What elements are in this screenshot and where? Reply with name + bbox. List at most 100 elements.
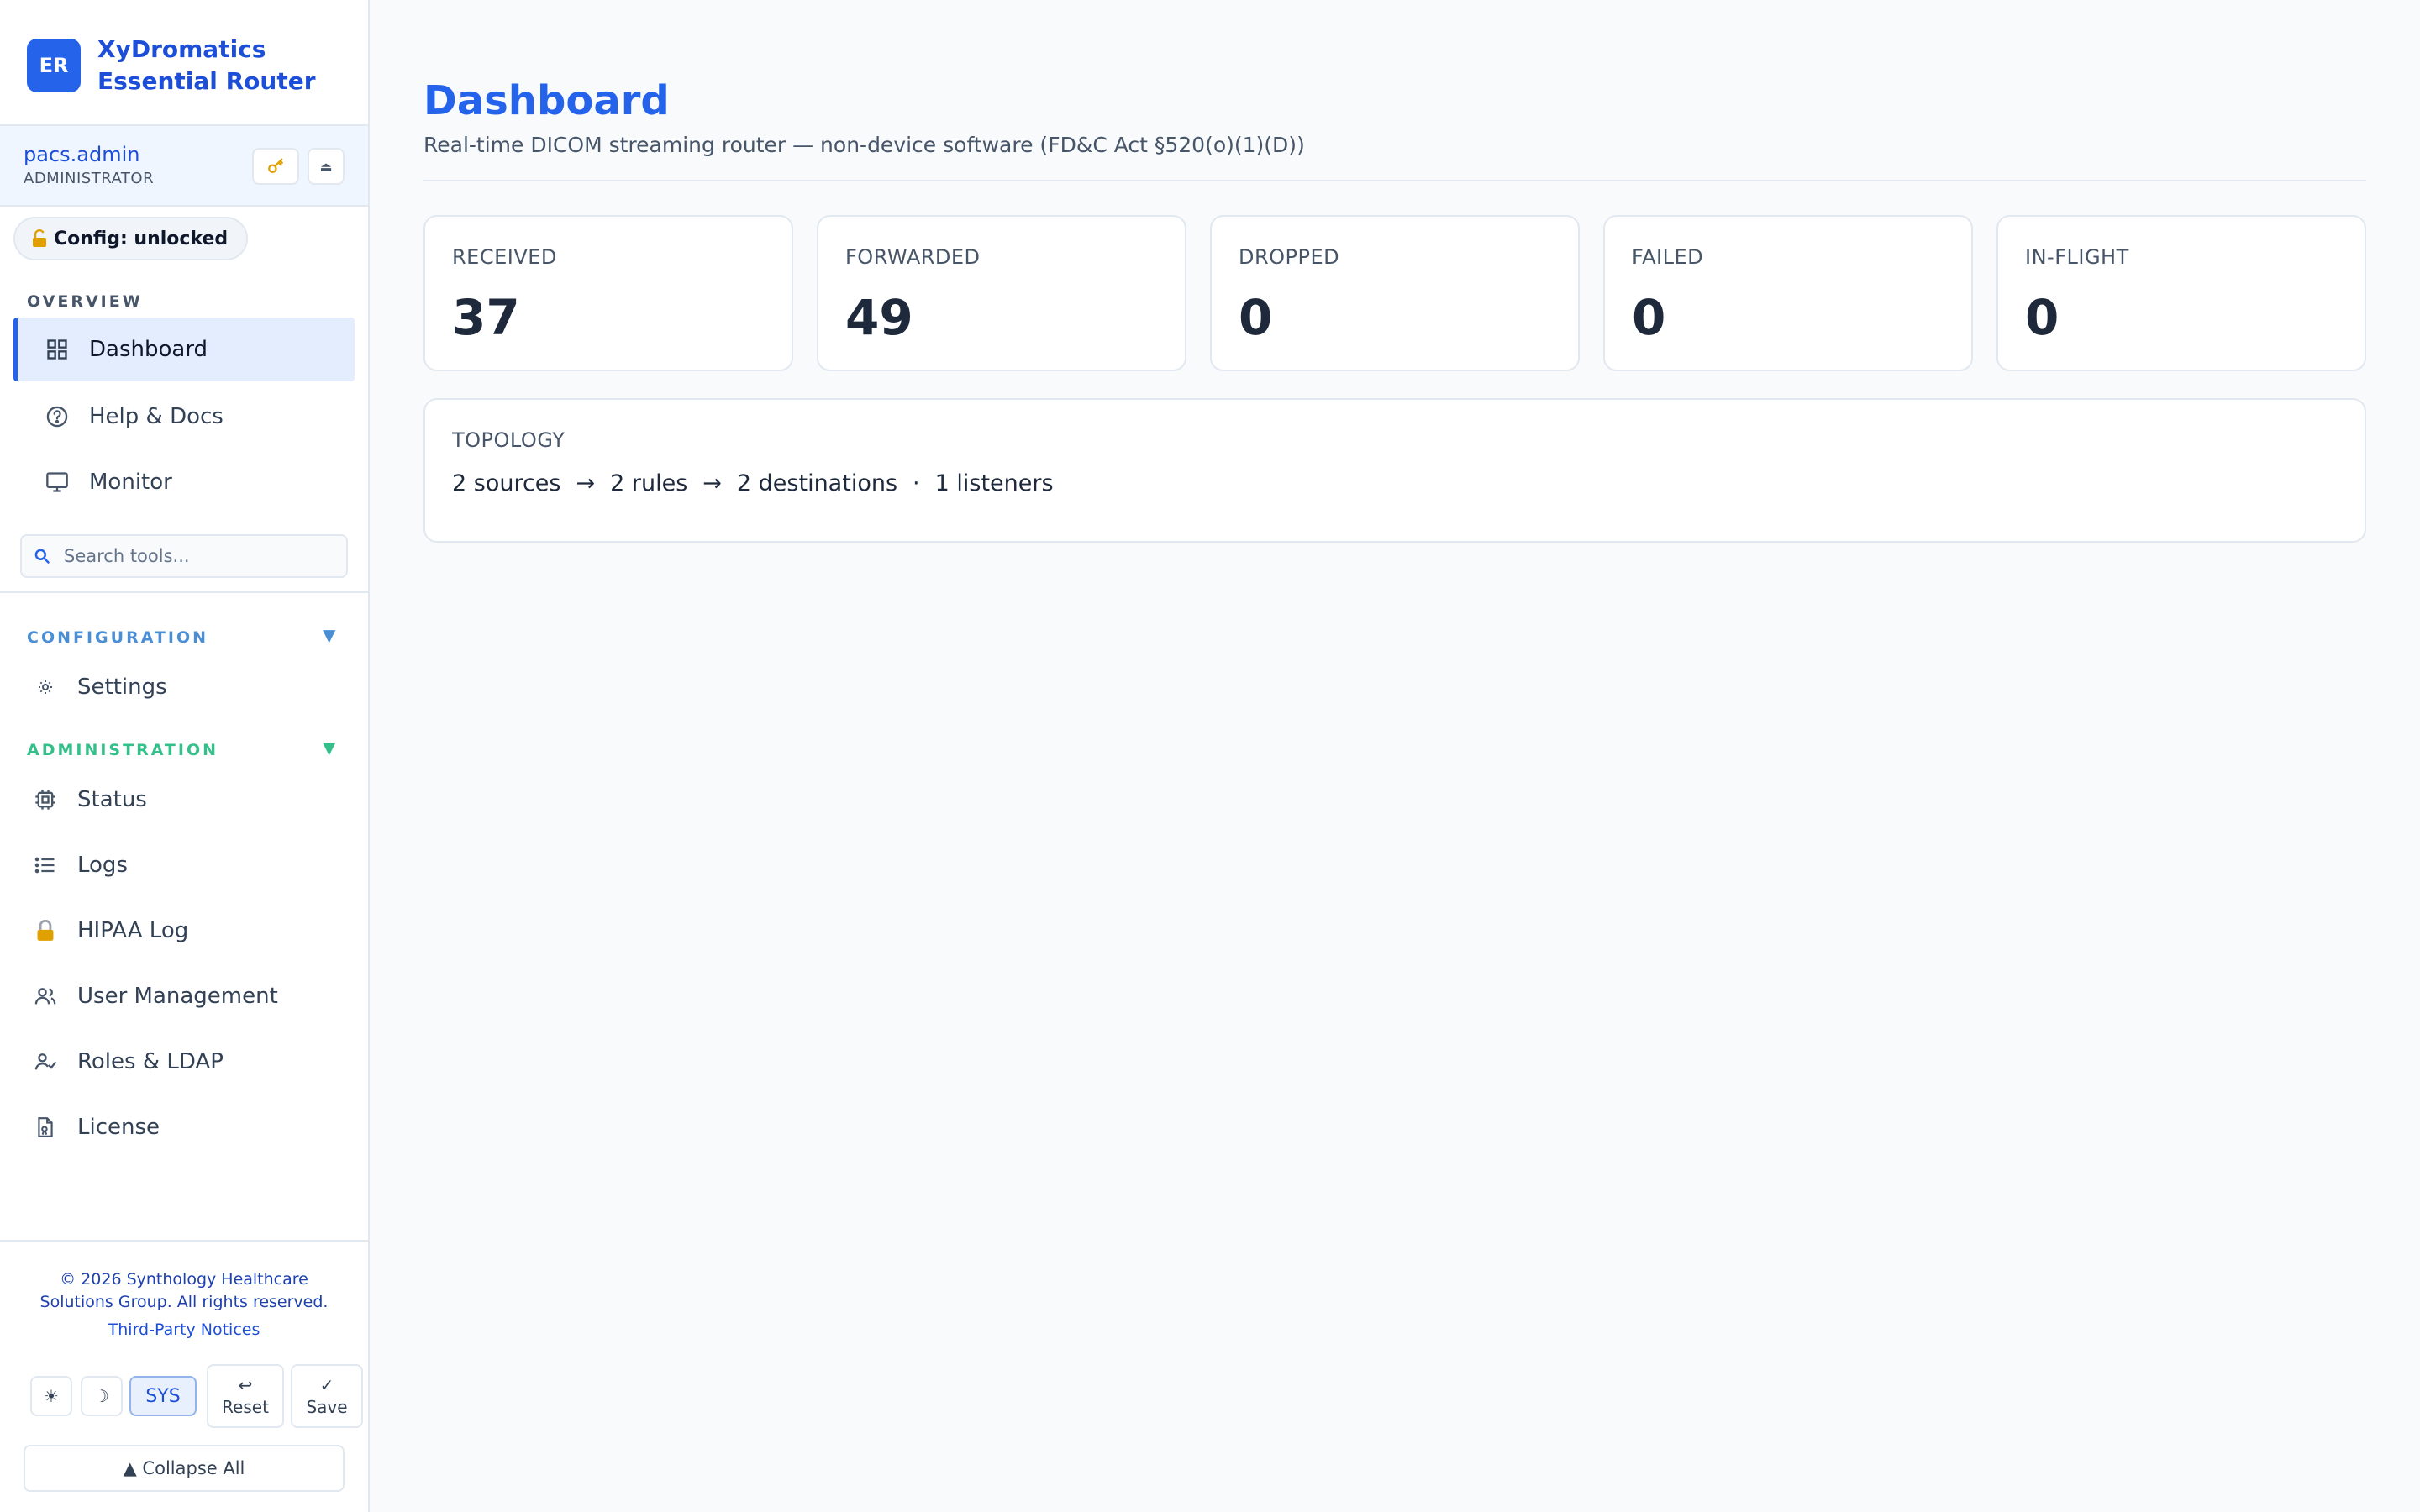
config-lock-toggle[interactable]: Config: unlocked <box>13 217 249 260</box>
moon-icon: ☽ <box>94 1386 109 1406</box>
sidebar-item-label: Roles & LDAP <box>77 1049 224 1074</box>
sidebar-item-dashboard[interactable]: Dashboard <box>13 318 355 381</box>
monitor-icon <box>44 469 71 496</box>
title-divider <box>424 180 2366 181</box>
user-name: pacs.admin <box>24 143 140 166</box>
checkmark-icon: ✓ <box>319 1375 334 1395</box>
user-bar: pacs.admin ADMINISTRATOR ⏏ <box>0 126 368 207</box>
sidebar-divider <box>0 591 368 593</box>
search-input[interactable] <box>64 546 333 566</box>
brand-name: XyDromatics Essential Router <box>97 34 316 97</box>
sidebar-footer-divider <box>0 1240 368 1242</box>
stat-label: IN-FLIGHT <box>2025 245 2129 269</box>
section-overview-label: OVERVIEW <box>27 292 143 311</box>
sidebar-item-label: Status <box>77 787 147 812</box>
sidebar-item-monitor[interactable]: Monitor <box>13 450 355 514</box>
stat-card-in-flight: IN-FLIGHT 0 <box>1996 215 2366 371</box>
topology-listeners: 1 listeners <box>934 470 1054 496</box>
sidebar-item-label: HIPAA Log <box>77 918 189 943</box>
copyright-notice: © 2026 Synthology Healthcare Solutions G… <box>17 1268 351 1314</box>
topology-sources: 2 sources <box>452 470 561 496</box>
stat-value: 0 <box>1239 289 1273 346</box>
stat-label: RECEIVED <box>452 245 557 269</box>
section-administration-label: ADMINISTRATION <box>27 741 219 759</box>
users-icon <box>32 983 59 1010</box>
sidebar-item-help-docs[interactable]: Help & Docs <box>13 385 355 449</box>
topology-card: TOPOLOGY 2 sources → 2 rules → 2 destina… <box>424 398 2366 543</box>
sidebar: ER XyDromatics Essential Router pacs.adm… <box>0 0 370 1512</box>
save-button[interactable]: ✓ Save <box>291 1364 363 1428</box>
theme-system-button[interactable]: SYS <box>129 1376 197 1416</box>
config-status-label: Config: unlocked <box>54 228 229 249</box>
section-configuration-toggle[interactable]: ▼ <box>323 625 335 645</box>
stat-value: 0 <box>1632 289 1666 346</box>
search-icon <box>34 548 50 564</box>
tool-search <box>20 534 348 578</box>
sidebar-item-logs[interactable]: Logs <box>13 833 355 897</box>
reset-icon: ↩ <box>238 1375 253 1395</box>
brand-header: ER XyDromatics Essential Router <box>0 0 368 126</box>
brand-name-line2: Essential Router <box>97 67 316 95</box>
sidebar-item-license[interactable]: License <box>13 1095 355 1159</box>
gear-icon <box>32 674 59 701</box>
sidebar-item-label: License <box>77 1115 160 1140</box>
brand-name-line1: XyDromatics <box>97 35 266 63</box>
stat-label: FORWARDED <box>845 245 981 269</box>
grid-icon <box>44 336 71 363</box>
topology-rules: 2 rules <box>610 470 688 496</box>
stat-value: 37 <box>452 289 520 346</box>
theme-light-button[interactable]: ☀ <box>30 1376 72 1416</box>
page-title: Dashboard <box>424 77 670 124</box>
help-circle-icon <box>44 403 71 430</box>
stat-label: FAILED <box>1632 245 1704 269</box>
logout-button[interactable]: ⏏ <box>308 148 345 185</box>
topology-label: TOPOLOGY <box>452 428 566 452</box>
sidebar-item-label: Help & Docs <box>89 404 224 429</box>
lock-icon <box>32 917 59 944</box>
user-check-icon <box>32 1048 59 1075</box>
sun-icon: ☀ <box>44 1386 59 1406</box>
section-administration-toggle[interactable]: ▼ <box>323 738 335 758</box>
collapse-all-button[interactable]: ▲ Collapse All <box>24 1445 345 1492</box>
sidebar-item-label: Dashboard <box>89 337 208 362</box>
sidebar-item-label: Settings <box>77 675 167 700</box>
license-file-icon <box>32 1114 59 1141</box>
copyright-line2: Solutions Group. All rights reserved. <box>39 1293 329 1311</box>
section-configuration-label: CONFIGURATION <box>27 628 209 647</box>
sidebar-item-status[interactable]: Status <box>13 768 355 832</box>
reset-label: Reset <box>222 1397 269 1417</box>
theme-dark-button[interactable]: ☽ <box>81 1376 123 1416</box>
stat-value: 0 <box>2025 289 2060 346</box>
sidebar-item-label: Monitor <box>89 470 172 495</box>
copyright-line1: © 2026 Synthology Healthcare <box>60 1270 308 1289</box>
key-icon <box>266 157 285 176</box>
topology-destinations: 2 destinations <box>736 470 898 496</box>
stat-value: 49 <box>845 289 913 346</box>
separator-dot: · <box>913 470 920 496</box>
topology-summary: 2 sources → 2 rules → 2 destinations · 1… <box>452 470 1054 496</box>
stat-card-forwarded: FORWARDED 49 <box>817 215 1186 371</box>
sidebar-item-roles-ldap[interactable]: Roles & LDAP <box>13 1030 355 1094</box>
eject-icon: ⏏ <box>319 158 333 175</box>
stat-card-received: RECEIVED 37 <box>424 215 793 371</box>
stat-label: DROPPED <box>1239 245 1340 269</box>
chip-icon <box>32 786 59 813</box>
third-party-notices-link[interactable]: Third-Party Notices <box>0 1320 368 1339</box>
arrow-right-icon: → <box>576 470 596 496</box>
save-label: Save <box>306 1397 348 1417</box>
sidebar-item-label: User Management <box>77 984 278 1009</box>
sidebar-item-user-management[interactable]: User Management <box>13 964 355 1028</box>
sidebar-item-hipaa-log[interactable]: HIPAA Log <box>13 899 355 963</box>
stat-card-failed: FAILED 0 <box>1603 215 1973 371</box>
stat-card-dropped: DROPPED 0 <box>1210 215 1580 371</box>
brand-logo: ER <box>27 39 81 92</box>
sidebar-item-settings[interactable]: Settings <box>13 655 355 719</box>
page-subtitle: Real-time DICOM streaming router — non-d… <box>424 133 1305 157</box>
unlock-icon <box>32 229 47 248</box>
arrow-right-icon: → <box>702 470 722 496</box>
user-role: ADMINISTRATOR <box>24 170 155 187</box>
reset-button[interactable]: ↩ Reset <box>207 1364 284 1428</box>
change-password-button[interactable] <box>252 148 299 185</box>
list-icon <box>32 852 59 879</box>
sidebar-item-label: Logs <box>77 853 128 878</box>
